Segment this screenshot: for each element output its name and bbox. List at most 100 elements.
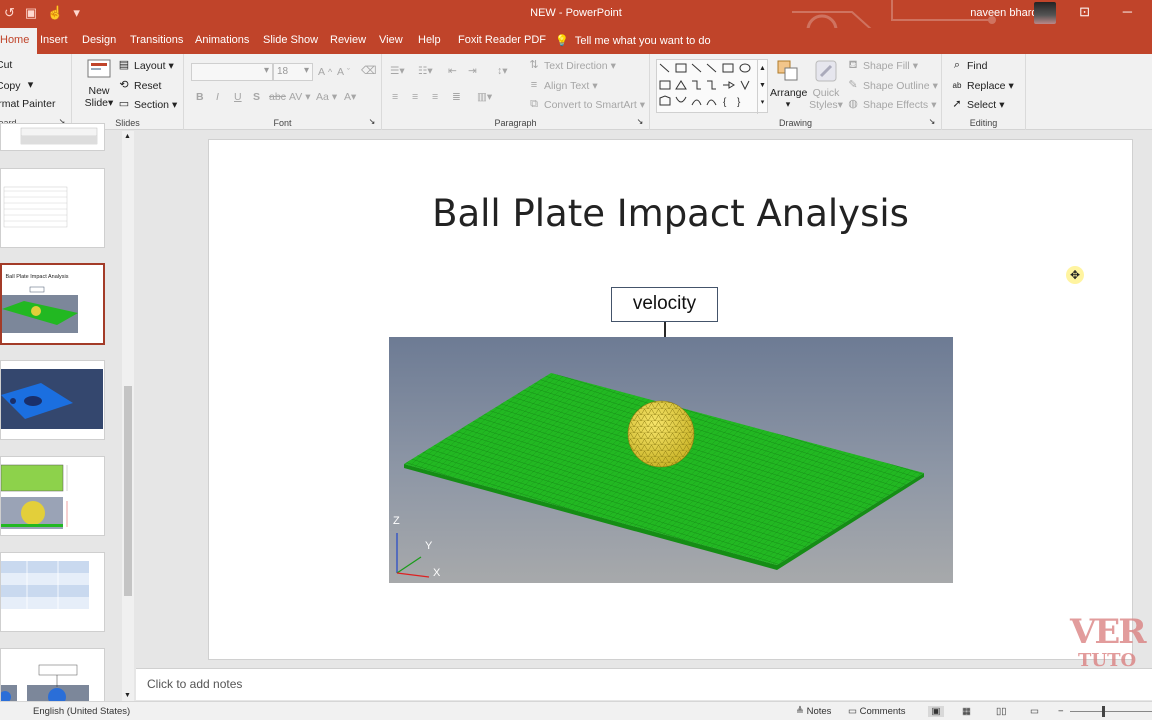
text-shadow-button[interactable]: S <box>253 91 260 103</box>
character-spacing-button[interactable]: AV ▾ <box>289 91 311 103</box>
slide-thumbnail[interactable] <box>0 168 105 248</box>
slide-thumbnail[interactable] <box>0 552 105 632</box>
chevron-down-icon: ▾ <box>168 59 174 72</box>
smartart-icon: ⧉ <box>530 98 538 110</box>
font-color-button[interactable]: A▾ <box>344 91 356 103</box>
layout-button[interactable]: ▤ Layout ▾ <box>117 59 174 72</box>
slide-thumbnail-current[interactable]: Ball Plate Impact Analysis <box>0 263 105 345</box>
scroll-up-icon[interactable]: ▲ <box>124 133 131 140</box>
slide-canvas[interactable]: Ball Plate Impact Analysis velocity Z Y … <box>208 139 1133 660</box>
bullets-button[interactable]: ☰▾ <box>390 65 405 77</box>
layout-icon: ▤ <box>118 59 130 71</box>
dialog-launcher-icon[interactable]: ↘ <box>925 115 939 128</box>
increase-indent-button[interactable]: ⇥ <box>468 65 477 77</box>
bold-button[interactable]: B <box>196 91 204 103</box>
shape-outline-button[interactable]: ✎ Shape Outline ▾ <box>846 79 937 92</box>
reset-icon: ⟲ <box>119 79 129 91</box>
text-direction-button[interactable]: ⇅ Text Direction ▾ <box>527 59 616 72</box>
find-button[interactable]: ⌕ Find <box>950 59 988 72</box>
zoom-out-button[interactable]: − <box>1058 706 1064 717</box>
slide-sorter-view-button[interactable]: ▦ <box>962 706 971 717</box>
columns-button[interactable]: ▥▾ <box>477 91 492 103</box>
arrange-button[interactable]: Arrange ▾ <box>770 58 807 110</box>
tab-design[interactable]: Design <box>82 34 116 46</box>
comments-toggle-button[interactable]: ▭ Comments <box>848 706 906 717</box>
text-direction-icon: ⇅ <box>529 59 539 71</box>
language-status[interactable]: English (United States) <box>33 706 130 717</box>
align-text-button[interactable]: ≡ Align Text ▾ <box>527 79 598 92</box>
strikethrough-button[interactable]: abc <box>269 91 286 103</box>
align-right-button[interactable]: ≡ <box>432 91 438 103</box>
chevron-down-icon: ▾ <box>263 65 269 76</box>
chevron-down-icon: ▾ <box>785 99 791 109</box>
convert-smartart-button[interactable]: ⧉ Convert to SmartArt ▾ <box>527 98 645 111</box>
scroll-down-icon[interactable]: ▼ <box>124 692 131 699</box>
decrease-font-size-button[interactable]: Aˇ <box>337 66 350 78</box>
move-cursor-icon: ✥ <box>1066 266 1084 284</box>
zoom-slider[interactable] <box>1070 706 1152 717</box>
ribbon-display-options-icon[interactable]: ⊡ <box>1079 4 1090 20</box>
line-spacing-button[interactable]: ↕▾ <box>497 65 508 77</box>
group-label-drawing: Drawing <box>778 118 812 128</box>
eraser-icon: ⌫ <box>361 65 377 77</box>
format-painter-button[interactable]: Format Painter <box>0 98 55 110</box>
clear-formatting-button[interactable]: ⌫ <box>361 65 377 78</box>
slide-show-view-button[interactable]: ▭ <box>1030 706 1039 717</box>
tab-review[interactable]: Review <box>330 34 366 46</box>
copy-button[interactable]: Copy ▾ <box>0 79 38 92</box>
slide-thumbnail[interactable] <box>0 648 105 708</box>
shapes-gallery[interactable]: {} ▲ ▼ ▾ <box>656 59 768 114</box>
section-icon: ▭ <box>118 98 130 110</box>
tab-view[interactable]: View <box>379 34 403 46</box>
reset-button[interactable]: ⟲ Reset <box>117 79 161 92</box>
new-slide-button[interactable]: New Slide▾ <box>82 58 116 116</box>
minimize-icon[interactable]: ─ <box>1123 4 1132 19</box>
slide-thumbnail[interactable] <box>0 360 105 440</box>
notes-pane[interactable]: Click to add notes <box>136 668 1152 700</box>
shape-fill-button[interactable]: ⛾ Shape Fill ▾ <box>846 59 918 72</box>
tab-transitions[interactable]: Transitions <box>130 34 183 46</box>
tab-help[interactable]: Help <box>418 34 441 46</box>
dialog-launcher-icon[interactable]: ↘ <box>365 115 379 128</box>
justify-button[interactable]: ≣ <box>452 91 461 103</box>
underline-button[interactable]: U <box>234 91 242 103</box>
quick-styles-button[interactable]: Quick Styles▾ <box>808 58 844 111</box>
change-case-button[interactable]: Aa ▾ <box>316 91 337 103</box>
tab-insert[interactable]: Insert <box>40 34 68 46</box>
font-name-input[interactable]: ▾ <box>191 63 273 81</box>
numbering-button[interactable]: ☷▾ <box>418 65 433 77</box>
zoom-slider-thumb[interactable] <box>1102 706 1105 717</box>
tab-slide-show[interactable]: Slide Show <box>263 34 318 46</box>
group-paragraph: ☰▾ ☷▾ ⇤ ⇥ ↕▾ ⇅ Text Direction ▾ ≡ Align Tex… <box>382 54 650 130</box>
chevron-down-icon: ▾ <box>108 97 114 109</box>
slide-thumbnail[interactable] <box>0 456 105 536</box>
tab-home[interactable]: Home <box>0 28 38 54</box>
tell-me-search[interactable]: 💡 Tell me what you want to do <box>555 34 711 47</box>
decrease-indent-button[interactable]: ⇤ <box>448 65 457 77</box>
align-center-button[interactable]: ≡ <box>412 91 418 103</box>
new-slide-icon <box>87 59 111 78</box>
increase-font-size-button[interactable]: A ^ <box>318 66 332 78</box>
slide-title[interactable]: Ball Plate Impact Analysis <box>209 192 1132 235</box>
section-button[interactable]: ▭ Section ▾ <box>117 98 178 111</box>
select-button[interactable]: ➚ Select ▾ <box>950 98 1004 111</box>
tab-foxit-reader-pdf[interactable]: Foxit Reader PDF <box>458 34 546 46</box>
tab-animations[interactable]: Animations <box>195 34 249 46</box>
replace-button[interactable]: ab Replace ▾ <box>950 79 1014 92</box>
notes-toggle-button[interactable]: ≜ Notes <box>796 706 831 717</box>
reading-view-button[interactable]: ▯▯ <box>996 706 1006 717</box>
cut-button[interactable]: Cut <box>0 59 12 71</box>
shape-effects-button[interactable]: ◍ Shape Effects ▾ <box>846 98 936 111</box>
normal-view-button[interactable]: ▣ <box>928 706 944 717</box>
font-size-input[interactable]: 18 ▾ <box>273 63 313 81</box>
align-left-button[interactable]: ≡ <box>392 91 398 103</box>
scroll-thumb[interactable] <box>124 386 132 596</box>
italic-button[interactable]: I <box>216 91 219 103</box>
fea-model-image[interactable]: Z Y X <box>389 337 953 583</box>
avatar[interactable] <box>1034 2 1056 24</box>
dialog-launcher-icon[interactable]: ↘ <box>633 115 647 128</box>
velocity-callout[interactable]: velocity <box>611 287 718 322</box>
slide-thumbnail[interactable] <box>0 123 105 151</box>
thumbnail-scrollbar[interactable]: ▲ ▼ <box>122 131 134 701</box>
gallery-scroll[interactable]: ▲ ▼ ▾ <box>757 60 767 114</box>
